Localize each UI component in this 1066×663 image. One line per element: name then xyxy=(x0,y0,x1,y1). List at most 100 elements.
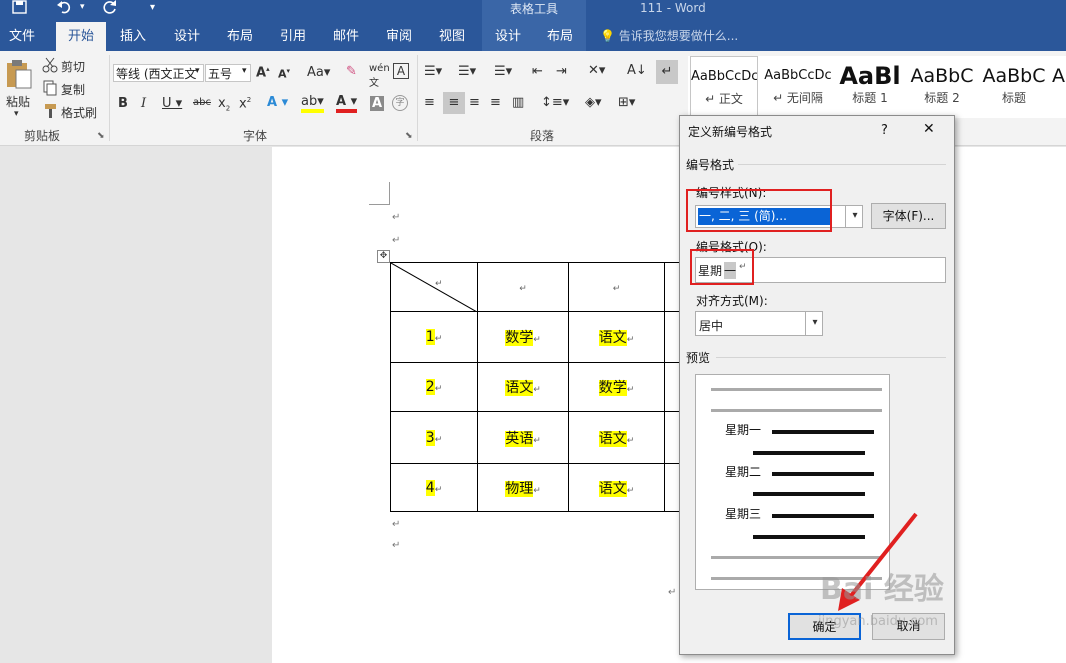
chevron-down-icon[interactable]: ▾ xyxy=(805,311,824,336)
decrease-indent-icon[interactable]: ⇤ xyxy=(532,64,543,79)
subscript-icon[interactable]: x2 xyxy=(218,96,230,113)
justify-icon[interactable]: ≡ xyxy=(490,95,501,110)
table-cell[interactable] xyxy=(664,411,679,464)
tell-me-box[interactable]: 💡 告诉我您想要做什么... xyxy=(600,22,738,51)
redo-icon[interactable] xyxy=(102,0,118,19)
chevron-down-icon[interactable]: ▾ xyxy=(845,205,864,228)
table-move-handle-icon[interactable]: ✥ xyxy=(377,250,390,263)
table-cell[interactable]: 4↵ xyxy=(390,463,478,512)
customize-qat-icon[interactable]: ▾ xyxy=(150,2,155,13)
tab-file[interactable]: 文件 xyxy=(0,22,44,51)
strikethrough-icon[interactable]: abc xyxy=(193,97,211,108)
increase-indent-icon[interactable]: ⇥ xyxy=(556,64,567,79)
multilevel-list-icon[interactable]: ☰▾ xyxy=(494,64,512,79)
bullets-icon[interactable]: ☰▾ xyxy=(424,64,442,79)
borders-icon[interactable]: ⊞▾ xyxy=(618,95,635,110)
table-cell[interactable]: 物理↵ xyxy=(477,463,569,512)
align-left-icon[interactable]: ≡ xyxy=(424,95,435,110)
style-normal[interactable]: AaBbCcDc ↵ 正文 xyxy=(690,56,758,118)
align-right-icon[interactable]: ≡ xyxy=(469,95,480,110)
table-cell[interactable] xyxy=(664,262,679,312)
cut-icon[interactable] xyxy=(42,57,58,76)
style-subtitle[interactable]: A xyxy=(1052,56,1066,118)
help-button[interactable]: ? xyxy=(881,123,888,138)
change-case-icon[interactable]: Aa▾ xyxy=(307,65,330,80)
table-cell[interactable]: 数学↵ xyxy=(568,362,665,412)
tab-table-layout[interactable]: 布局 xyxy=(534,22,586,51)
sort-icon[interactable]: A↓ xyxy=(627,63,647,78)
chinese-layout-icon[interactable]: ✕▾ xyxy=(588,63,605,78)
style-heading-2[interactable]: AaBbC 标题 2 xyxy=(908,56,976,118)
font-color-icon[interactable]: A ▾ xyxy=(336,95,358,113)
table-cell[interactable]: 2↵ xyxy=(390,362,478,412)
undo-dropdown-icon[interactable]: ▾ xyxy=(80,2,85,12)
tab-review[interactable]: 审阅 xyxy=(376,22,422,51)
table-cell[interactable]: 语文↵ xyxy=(568,311,665,363)
bold-icon[interactable]: B xyxy=(118,96,128,111)
table-cell[interactable]: ↵ xyxy=(568,262,665,312)
numbering-icon[interactable]: ☰▾ xyxy=(458,64,476,79)
phonetic-guide-icon[interactable]: wén 文 xyxy=(369,63,390,89)
copy-icon[interactable] xyxy=(42,80,58,99)
font-button[interactable]: 字体(F)... xyxy=(871,203,946,229)
shrink-font-icon[interactable]: A▾ xyxy=(278,67,290,81)
cell-text: 数学 xyxy=(505,330,534,346)
text-effects-icon[interactable]: A ▾ xyxy=(267,95,288,110)
underline-icon[interactable]: U ▾ xyxy=(162,96,182,111)
tab-home[interactable]: 开始 xyxy=(56,22,106,51)
table-cell[interactable]: 英语↵ xyxy=(477,411,569,464)
document-table[interactable]: ↵ ↵ ↵ 1↵ 数学↵ 语文↵ 2↵ 语文↵ 数学↵ 3↵ 英语↵ 语文↵ 4… xyxy=(390,262,679,512)
character-border-icon[interactable]: A xyxy=(393,63,409,79)
italic-icon[interactable]: I xyxy=(141,96,146,111)
chevron-down-icon[interactable]: ▾ xyxy=(242,66,247,76)
tab-layout[interactable]: 布局 xyxy=(217,22,263,51)
table-cell[interactable]: 语文↵ xyxy=(568,411,665,464)
font-launcher-icon[interactable]: ⬊ xyxy=(405,131,413,141)
table-cell[interactable]: 语文↵ xyxy=(477,362,569,412)
enclose-characters-icon[interactable]: 字 xyxy=(392,95,408,111)
tab-insert[interactable]: 插入 xyxy=(110,22,156,51)
table-cell[interactable] xyxy=(664,362,679,412)
diagonal-header-cell[interactable]: ↵ xyxy=(390,262,478,312)
table-cell[interactable]: ↵ xyxy=(477,262,569,312)
font-name-combo[interactable]: 等线 (西文正文 xyxy=(113,64,204,82)
shading-icon[interactable]: ◈▾ xyxy=(585,95,602,110)
character-shading-icon[interactable]: A xyxy=(370,96,385,111)
clear-formatting-icon[interactable]: ✎ xyxy=(346,64,357,79)
cut-button[interactable]: 剪切 xyxy=(61,58,85,75)
line-spacing-icon[interactable]: ↕≡▾ xyxy=(541,95,569,110)
tab-design[interactable]: 设计 xyxy=(164,22,210,51)
style-no-spacing[interactable]: AaBbCcDc ↵ 无间隔 xyxy=(764,56,832,118)
tab-table-design[interactable]: 设计 xyxy=(482,22,534,51)
distributed-icon[interactable]: ▥ xyxy=(512,95,524,110)
grow-font-icon[interactable]: A▴ xyxy=(256,65,270,80)
format-painter-icon[interactable] xyxy=(42,103,58,122)
clipboard-launcher-icon[interactable]: ⬊ xyxy=(97,131,105,141)
copy-button[interactable]: 复制 xyxy=(61,81,85,98)
table-cell[interactable] xyxy=(664,311,679,363)
highlight-color-icon[interactable]: ab▾ xyxy=(301,95,324,113)
superscript-icon[interactable]: x2 xyxy=(239,96,251,111)
table-cell[interactable] xyxy=(664,463,679,512)
paste-button[interactable]: 粘贴 xyxy=(6,93,30,110)
cell-mark: ↵ xyxy=(533,485,541,496)
paste-icon[interactable] xyxy=(5,58,33,93)
format-painter-button[interactable]: 格式刷 xyxy=(61,104,97,121)
undo-icon[interactable] xyxy=(56,0,74,19)
style-heading-1[interactable]: AaBl 标题 1 xyxy=(836,56,904,118)
table-cell[interactable]: 3↵ xyxy=(390,411,478,464)
tab-mailings[interactable]: 邮件 xyxy=(323,22,369,51)
table-cell[interactable]: 1↵ xyxy=(390,311,478,363)
style-title[interactable]: AaBbC 标题 xyxy=(980,56,1048,118)
close-icon[interactable]: ✕ xyxy=(923,121,935,137)
align-center-icon[interactable]: ≡ xyxy=(443,92,465,114)
chevron-down-icon[interactable]: ▾ xyxy=(195,66,200,76)
table-cell[interactable]: 数学↵ xyxy=(477,311,569,363)
tab-references[interactable]: 引用 xyxy=(270,22,316,51)
alignment-select[interactable]: 居中 ▾ xyxy=(695,311,823,336)
tab-view[interactable]: 视图 xyxy=(429,22,475,51)
table-cell[interactable]: 语文↵ xyxy=(568,463,665,512)
show-paragraph-marks-icon[interactable]: ↵ xyxy=(656,60,678,84)
paste-dropdown-icon[interactable]: ▾ xyxy=(14,109,19,119)
save-icon[interactable] xyxy=(12,0,28,19)
